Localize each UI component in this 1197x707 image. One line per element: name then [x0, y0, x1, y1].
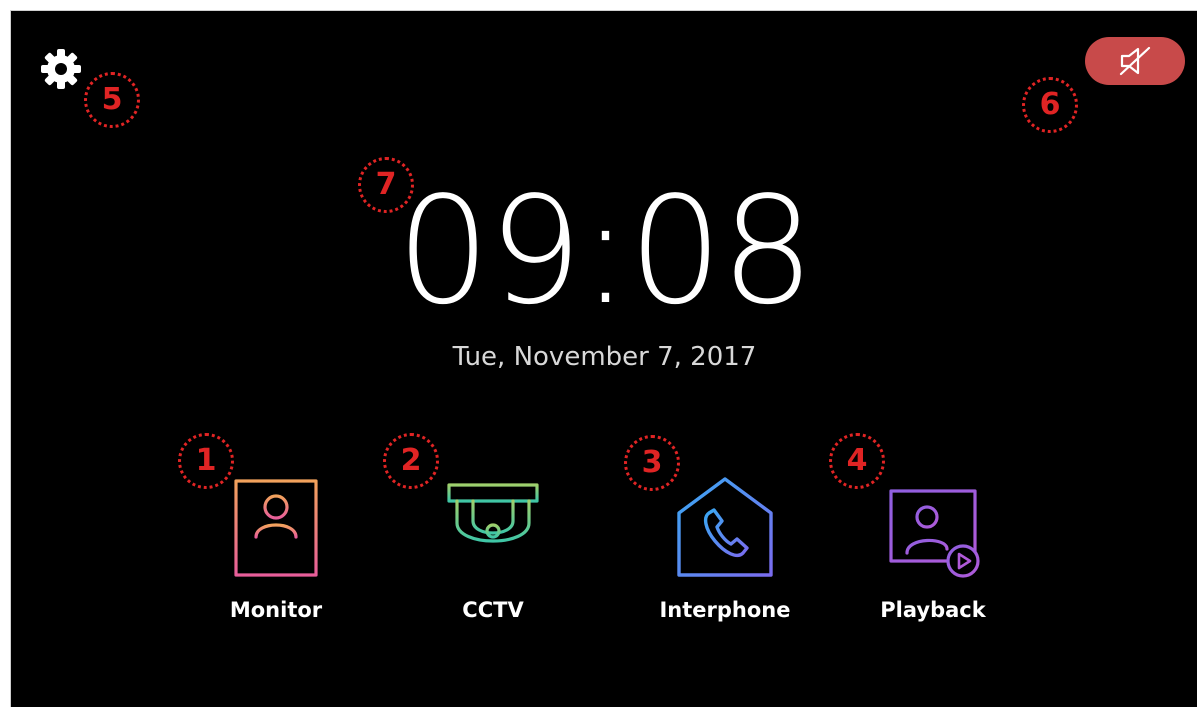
gear-icon	[41, 49, 81, 89]
house-phone-icon	[677, 477, 773, 577]
app-label-interphone: Interphone	[659, 598, 791, 622]
settings-button[interactable]	[38, 46, 84, 92]
interphone-button[interactable]: Interphone	[645, 473, 805, 643]
app-label-playback: Playback	[880, 598, 986, 622]
callout-7: 7	[358, 157, 414, 213]
dome-camera-icon	[447, 483, 539, 543]
callout-1: 1	[178, 433, 234, 489]
app-label-cctv: CCTV	[462, 598, 524, 622]
callout-3: 3	[624, 435, 680, 491]
callout-6: 6	[1022, 77, 1078, 133]
speaker-muted-icon	[1119, 46, 1151, 76]
door-monitor-icon	[234, 479, 318, 577]
callout-4: 4	[829, 433, 885, 489]
callout-5: 5	[84, 72, 140, 128]
clock-time: 09:08	[396, 165, 815, 337]
clock-date: Tue, November 7, 2017	[452, 342, 757, 372]
video-playback-icon	[889, 489, 980, 578]
app-label-monitor: Monitor	[229, 598, 323, 622]
cctv-button[interactable]: CCTV	[413, 473, 573, 643]
home-screen: 09:08 Tue, November 7, 2017 Monitor CCTV…	[10, 10, 1197, 707]
mute-toggle-button[interactable]	[1085, 37, 1185, 85]
monitor-button[interactable]: Monitor	[196, 473, 356, 643]
playback-button[interactable]: Playback	[853, 473, 1013, 643]
callout-2: 2	[383, 433, 439, 489]
